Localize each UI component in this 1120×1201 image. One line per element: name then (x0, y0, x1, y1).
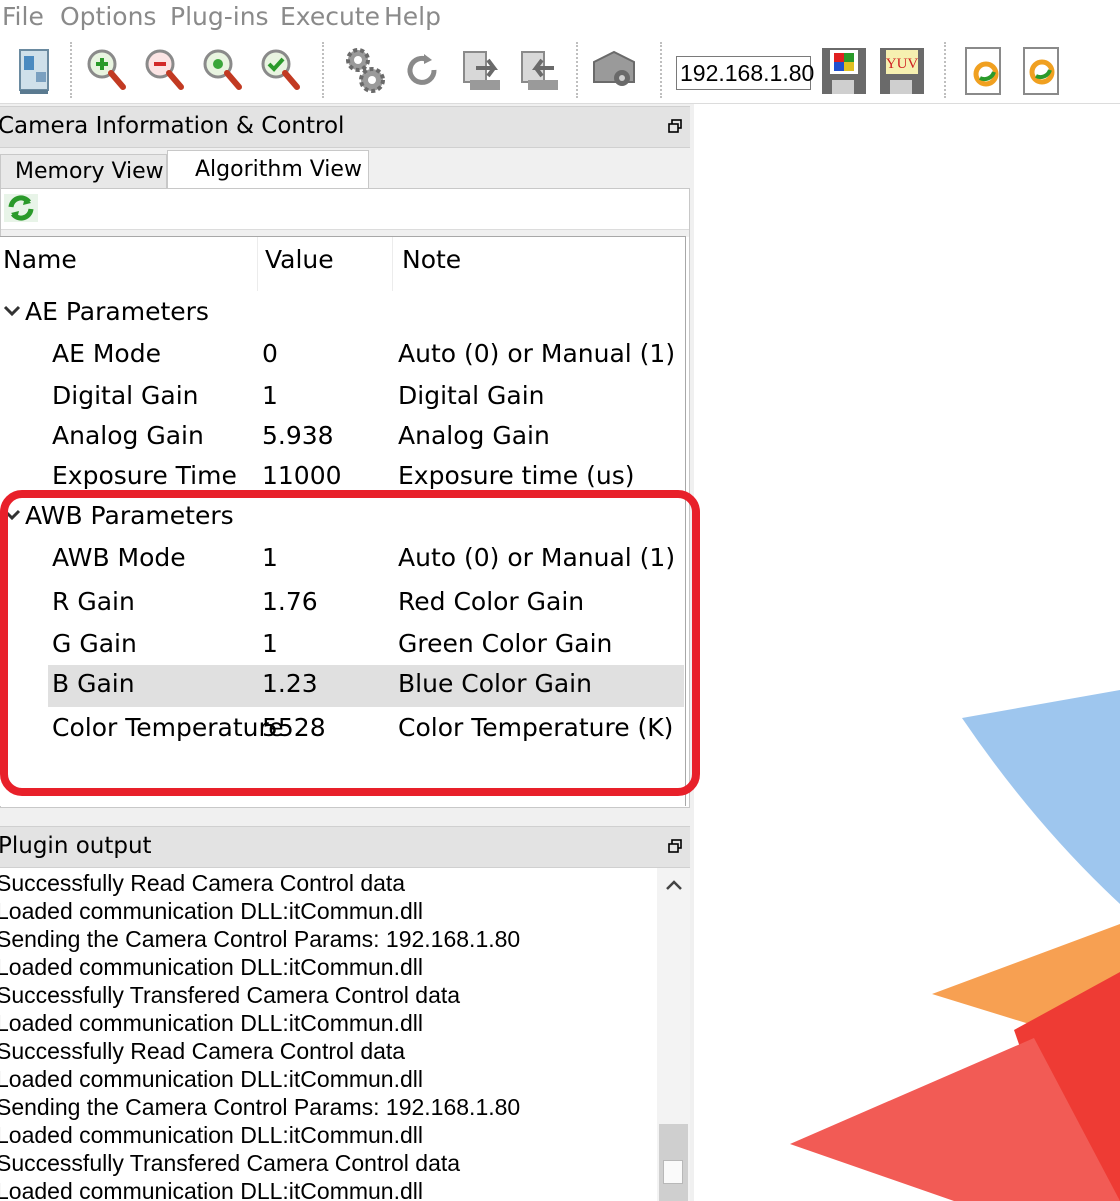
plugin-doc-2-icon[interactable] (1016, 42, 1068, 98)
param-note: Exposure time (us) (398, 461, 635, 490)
chevron-up-icon[interactable] (665, 878, 683, 892)
decorative-logo-shapes (790, 690, 1120, 1201)
scrollbar-thumb[interactable] (663, 1160, 683, 1184)
plugin-output-log: Successfully Read Camera Control data Lo… (0, 868, 690, 1201)
toolbar-separator (944, 42, 946, 98)
menu-bar: File Options Plug-ins Execute Help (0, 0, 1120, 34)
toolbar-separator (70, 42, 72, 98)
toolbar-separator (322, 42, 324, 98)
log-line: Successfully Transfered Camera Control d… (0, 1150, 461, 1176)
output-scrollbar[interactable] (657, 868, 690, 1201)
tree-row[interactable]: Digital Gain 1 Digital Gain (0, 377, 685, 419)
log-line: Loaded communication DLL:itCommun.dll (0, 954, 423, 980)
param-name: Exposure Time (52, 461, 237, 490)
column-divider (392, 237, 393, 291)
param-name: Analog Gain (52, 421, 204, 450)
toolbar-separator (660, 42, 662, 98)
column-header-note[interactable]: Note (402, 245, 461, 274)
menu-plug-ins[interactable]: Plug-ins (170, 2, 269, 31)
send-icon[interactable] (456, 42, 508, 98)
plugin-doc-icon[interactable] (958, 42, 1010, 98)
log-line: Loaded communication DLL:itCommun.dll (0, 1066, 423, 1092)
chevron-down-icon[interactable] (2, 301, 22, 321)
param-value[interactable]: 5.938 (262, 421, 334, 450)
log-line: Sending the Camera Control Params: 192.1… (0, 1094, 521, 1120)
view-tabs: Memory View Algorithm View (0, 150, 690, 188)
refresh-icon[interactable] (398, 42, 450, 98)
column-header-name[interactable]: Name (3, 245, 77, 274)
zoom-in-icon[interactable] (80, 42, 132, 98)
plugin-output-title: Plugin output (0, 833, 152, 859)
device-info-icon[interactable] (10, 42, 62, 98)
tree-row[interactable]: AE Mode 0 Auto (0) or Manual (1) (0, 335, 685, 377)
zoom-out-icon[interactable] (138, 42, 190, 98)
menu-options[interactable]: Options (60, 2, 156, 31)
receive-icon[interactable] (514, 42, 566, 98)
ip-address-field[interactable]: 192.168.1.80 (676, 56, 814, 90)
plugin-output-title-bar: Plugin output (0, 826, 690, 868)
log-line: Sending the Camera Control Params: 192.1… (0, 926, 521, 952)
column-header-value[interactable]: Value (265, 245, 334, 274)
log-line: Successfully Transfered Camera Control d… (0, 982, 461, 1008)
tree-group-ae[interactable]: AE Parameters (0, 293, 685, 335)
log-line: Loaded communication DLL:itCommun.dll (0, 1010, 423, 1036)
log-line: Loaded communication DLL:itCommun.dll (0, 1178, 423, 1201)
log-line: Loaded communication DLL:itCommun.dll (0, 898, 423, 924)
log-line: Successfully Read Camera Control data (0, 1038, 406, 1064)
awb-highlight-outline (0, 490, 700, 796)
tab-algorithm-view[interactable]: Algorithm View (167, 150, 369, 188)
param-name: AE Mode (52, 339, 161, 368)
toolbar-separator (576, 42, 578, 98)
log-line: Successfully Read Camera Control data (0, 870, 406, 896)
group-label: AE Parameters (25, 297, 209, 326)
param-note: Digital Gain (398, 381, 545, 410)
camera-icon[interactable] (588, 42, 640, 98)
param-note: Auto (0) or Manual (1) (398, 339, 676, 368)
param-note: Analog Gain (398, 421, 550, 450)
camera-panel-title: Camera Information & Control (0, 113, 345, 139)
camera-panel-title-bar: Camera Information & Control (0, 106, 690, 148)
float-panel-icon[interactable] (668, 119, 682, 133)
zoom-fit-icon[interactable] (196, 42, 248, 98)
tree-row[interactable]: Analog Gain 5.938 Analog Gain (0, 417, 685, 459)
blue-shape (962, 690, 1120, 904)
param-value[interactable]: 11000 (262, 461, 342, 490)
save-rgb-icon[interactable] (818, 42, 870, 98)
param-value[interactable]: 1 (262, 381, 278, 410)
tab-memory-view[interactable]: Memory View (0, 154, 167, 188)
refresh-params-icon[interactable] (3, 193, 39, 223)
scrollbar-track-end[interactable] (659, 1124, 688, 1201)
toolbar: 192.168.1.80 YUV (0, 34, 1120, 104)
menu-file[interactable]: File (2, 2, 44, 31)
param-value[interactable]: 0 (262, 339, 278, 368)
menu-help[interactable]: Help (384, 2, 441, 31)
svg-text:YUV: YUV (886, 56, 919, 72)
settings-gears-icon[interactable] (340, 42, 392, 98)
log-line: Loaded communication DLL:itCommun.dll (0, 1122, 423, 1148)
param-name: Digital Gain (52, 381, 199, 410)
float-panel-icon[interactable] (668, 839, 682, 853)
zoom-check-icon[interactable] (254, 42, 306, 98)
menu-execute[interactable]: Execute (280, 2, 380, 31)
save-yuv-icon[interactable]: YUV (876, 42, 928, 98)
column-divider (257, 237, 258, 291)
